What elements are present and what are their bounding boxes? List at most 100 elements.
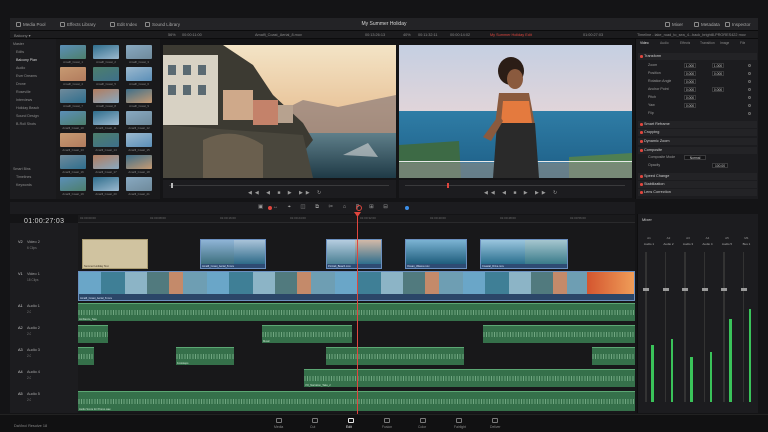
video-clip[interactable]: Coastal_Drive.mov — [480, 239, 568, 269]
source-transport-controls[interactable]: ◀◀ ◀ ■ ▶ ▶▶ ↻ — [248, 190, 324, 196]
inspector-section[interactable]: Smart Reframe — [638, 121, 757, 128]
media-thumbnail[interactable] — [126, 45, 152, 59]
page-tab-cut[interactable]: Cut — [310, 425, 315, 429]
track-header[interactable]: A3 Audio 3 2.0 — [18, 348, 76, 358]
keyframe-icon[interactable] — [748, 96, 751, 99]
value-y-field[interactable]: 1.000 — [712, 63, 724, 68]
bin-item[interactable]: Drone — [16, 82, 26, 86]
audio-3-clip[interactable] — [592, 347, 635, 365]
enable-dot-icon[interactable] — [640, 55, 643, 58]
flag-blue-icon[interactable] — [405, 206, 409, 210]
track-header[interactable]: A5 Audio 5 2.0 — [18, 392, 76, 402]
value-y-field[interactable]: 0.000 — [712, 71, 724, 76]
inspector-section[interactable]: Composite — [638, 147, 757, 154]
timeline-name[interactable]: My Summer Holiday Edit — [490, 33, 532, 37]
media-thumbnail[interactable] — [126, 133, 152, 147]
track-name[interactable]: Audio 5 — [27, 392, 40, 396]
track-header[interactable]: A1 Audio 1 2.0 — [18, 304, 76, 314]
enable-dot-icon[interactable] — [640, 131, 643, 134]
track-name[interactable]: Audio 2 — [27, 326, 40, 330]
metadata-button[interactable]: Metadata — [694, 21, 720, 28]
track-header[interactable]: A4 Audio 4 2.0 — [18, 370, 76, 380]
track-name[interactable]: Video 1 — [27, 272, 40, 276]
inspector-section[interactable]: Cropping — [638, 129, 757, 136]
audio-3-clip[interactable] — [78, 347, 94, 365]
page-tab-color[interactable]: Color — [418, 425, 426, 429]
bin-item[interactable]: Edits — [16, 50, 24, 54]
page-deliver-icon[interactable] — [492, 418, 498, 423]
keyframe-icon[interactable] — [748, 112, 751, 115]
enable-dot-icon[interactable] — [640, 123, 643, 126]
inspector-tab[interactable]: Video — [640, 41, 649, 45]
keyframe-icon[interactable] — [748, 72, 751, 75]
bin-item[interactable]: Sound Design — [16, 114, 39, 118]
smart-bin-timelines[interactable]: Timelines — [16, 175, 31, 179]
page-color-icon[interactable] — [420, 418, 426, 423]
inspector-section[interactable]: Speed Change — [638, 173, 757, 180]
video-clip[interactable]: Ocean_Waves.mov — [405, 239, 467, 269]
media-thumbnail[interactable] — [93, 45, 119, 59]
bin-item[interactable]: Interviews — [16, 98, 32, 102]
page-tab-fusion[interactable]: Fusion — [382, 425, 392, 429]
bin-item[interactable]: B-Roll Shots — [16, 122, 36, 126]
page-edit-icon[interactable] — [348, 418, 354, 423]
media-thumbnail[interactable] — [126, 67, 152, 81]
fader-handle[interactable] — [643, 288, 649, 291]
fader-handle[interactable] — [721, 288, 727, 291]
page-fusion-icon[interactable] — [384, 418, 390, 423]
fader-handle[interactable] — [682, 288, 688, 291]
inspector-section[interactable]: Dynamic Zoom — [638, 138, 757, 145]
source-zoom[interactable]: 56% — [168, 33, 176, 37]
inspector-tab[interactable]: Transition — [700, 41, 715, 45]
bin-item[interactable]: Holiday Beach — [16, 106, 39, 110]
value-x-field[interactable]: 0.000 — [684, 87, 696, 92]
audio-3-clip[interactable]: Footsteps — [176, 347, 234, 365]
media-thumbnail[interactable] — [60, 155, 86, 169]
audio-4-clip[interactable]: VO_Narration_Take_2 — [304, 369, 635, 387]
enable-dot-icon[interactable] — [640, 140, 643, 143]
inspector-button[interactable]: Inspector — [725, 21, 751, 28]
record-flag-icon[interactable] — [268, 206, 272, 210]
inspector-tab[interactable]: File — [740, 41, 745, 45]
bin-item[interactable]: Roseville — [16, 90, 31, 94]
media-thumbnail[interactable] — [60, 133, 86, 147]
enable-dot-icon[interactable] — [640, 175, 643, 178]
media-thumbnail[interactable] — [126, 111, 152, 125]
edit-tools[interactable]: ▣ ↔ ⌖ ◫ ⧉ ✂ ⌂ ⚲ ⊞ ⊟ — [258, 204, 392, 211]
audio-2-clip[interactable] — [78, 325, 108, 343]
page-media-icon[interactable] — [276, 418, 282, 423]
media-thumbnail[interactable] — [60, 45, 86, 59]
timeline-viewer[interactable] — [399, 45, 632, 178]
media-thumbnail[interactable] — [93, 67, 119, 81]
track-header[interactable]: V2 Video 2 6 Clips — [18, 240, 76, 250]
bin-item[interactable]: Audio — [16, 66, 25, 70]
track-name[interactable]: Video 2 — [27, 240, 40, 244]
media-thumbnail[interactable] — [126, 155, 152, 169]
inspector-tab[interactable]: Image — [720, 41, 729, 45]
audio-2-clip[interactable] — [483, 325, 635, 343]
source-scrub-bar[interactable] — [169, 185, 389, 186]
track-name[interactable]: Audio 3 — [27, 348, 40, 352]
value-x-field[interactable]: 0.000 — [684, 79, 696, 84]
fader-track[interactable] — [723, 252, 725, 402]
value-x-field[interactable]: 1.000 — [684, 63, 696, 68]
bin-item[interactable]: Balcony Plan — [16, 58, 37, 62]
page-tab-fairlight[interactable]: Fairlight — [454, 425, 466, 429]
media-thumbnail[interactable] — [60, 177, 86, 191]
source-scrub-handle[interactable] — [171, 183, 173, 188]
page-tab-edit[interactable]: Edit — [346, 425, 352, 429]
page-cut-icon[interactable] — [312, 418, 318, 423]
page-tab-deliver[interactable]: Deliver — [490, 425, 501, 429]
media-thumbnail[interactable] — [93, 177, 119, 191]
fader-track[interactable] — [664, 252, 666, 402]
media-breadcrumb[interactable]: Balcony ▾ — [14, 33, 30, 38]
value-x-field[interactable]: 0.000 — [684, 103, 696, 108]
media-thumbnail[interactable] — [126, 177, 152, 191]
enable-dot-icon[interactable] — [640, 149, 643, 152]
inspector-section[interactable]: Stabilization — [638, 181, 757, 188]
track-name[interactable]: Audio 1 — [27, 304, 40, 308]
fader-track[interactable] — [742, 252, 744, 402]
media-thumbnail[interactable] — [60, 111, 86, 125]
track-header[interactable]: V1 Video 1 18 Clips — [18, 272, 76, 282]
media-thumbnail[interactable] — [93, 89, 119, 103]
